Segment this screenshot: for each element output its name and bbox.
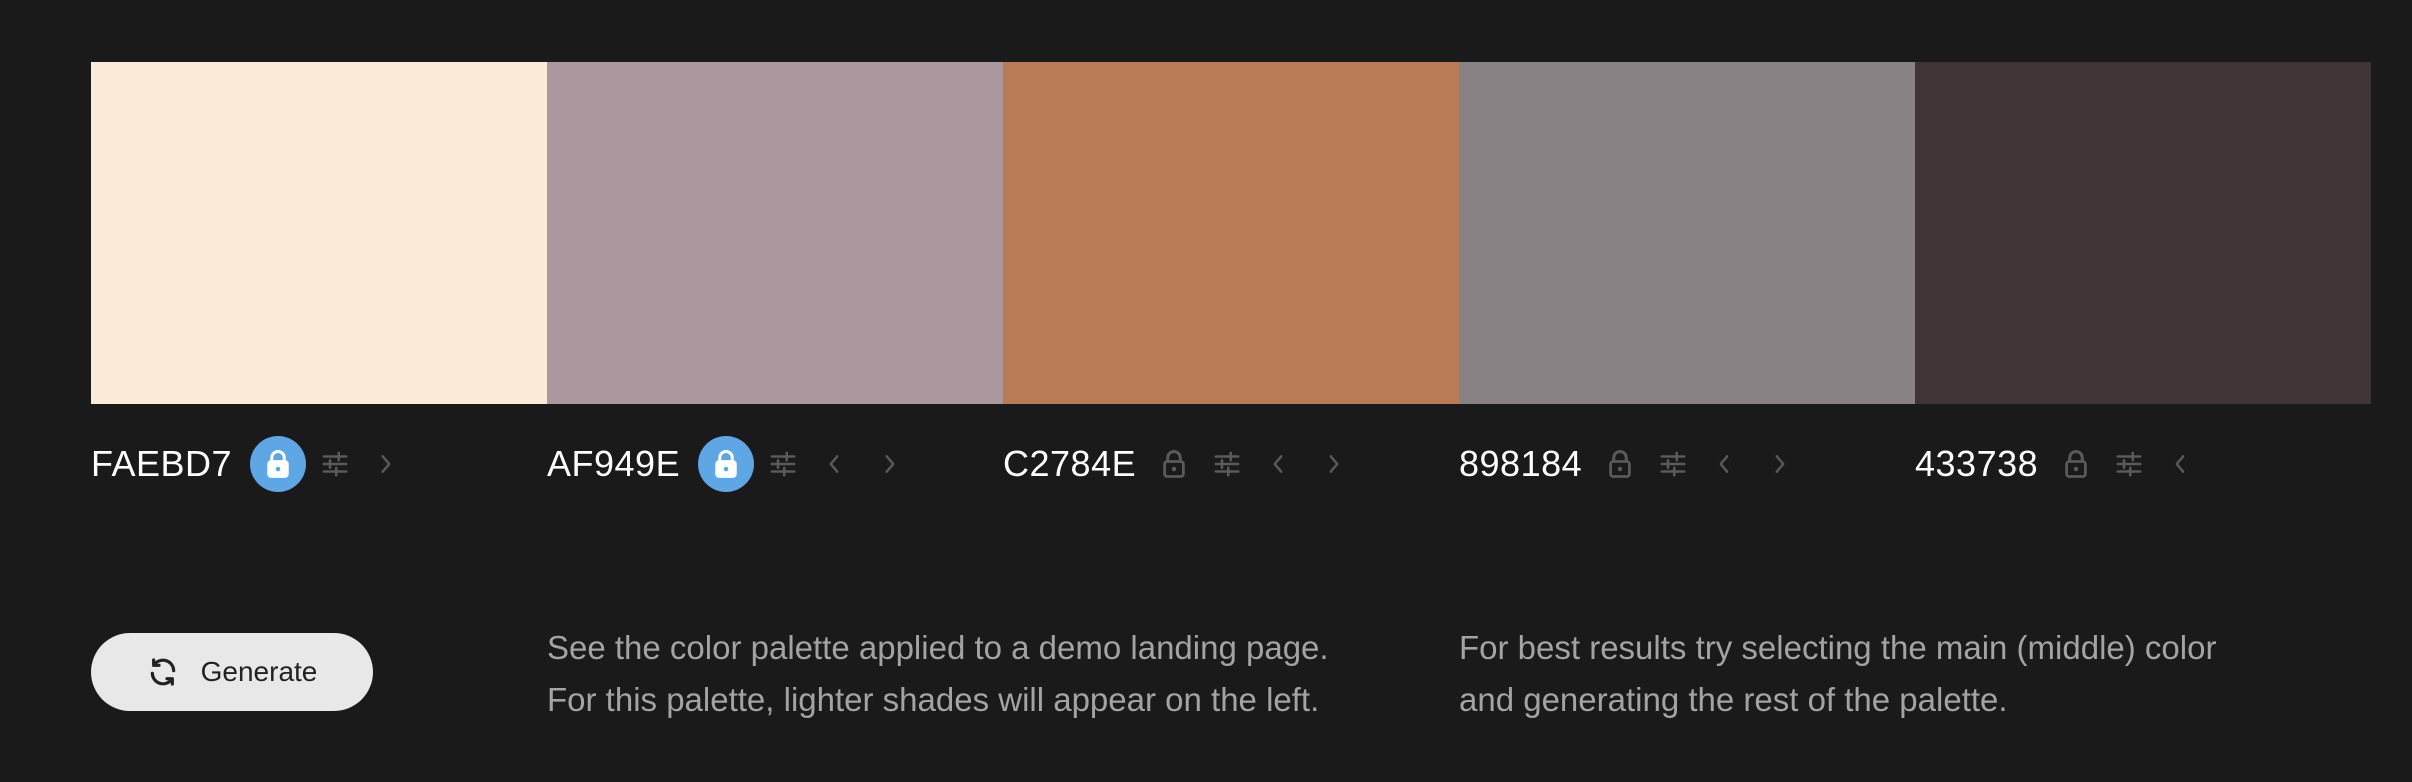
chevron-right-icon[interactable]: [878, 447, 902, 481]
chevron-left-icon[interactable]: [1712, 447, 1736, 481]
lock-icon[interactable]: [1154, 436, 1194, 492]
info-line: and generating the rest of the palette.: [1459, 681, 2008, 718]
color-controls: AF949E: [547, 435, 1003, 493]
generate-button[interactable]: Generate: [91, 633, 373, 711]
info-line: For this palette, lighter shades will ap…: [547, 681, 1320, 718]
color-controls: 898184: [1459, 435, 1915, 493]
lock-icon[interactable]: [1600, 436, 1640, 492]
sliders-icon[interactable]: [318, 447, 352, 481]
generate-button-label: Generate: [200, 656, 318, 687]
color-controls: 433738: [1915, 435, 2371, 493]
palette-swatches: [91, 62, 2371, 404]
color-swatch[interactable]: [1915, 62, 2371, 404]
color-swatch[interactable]: [1003, 62, 1459, 404]
color-swatch[interactable]: [1459, 62, 1915, 404]
chevron-left-icon[interactable]: [2168, 447, 2192, 481]
info-line: See the color palette applied to a demo …: [547, 629, 1329, 666]
chevron-right-icon[interactable]: [1322, 447, 1346, 481]
color-controls: C2784E: [1003, 435, 1459, 493]
sliders-icon[interactable]: [2112, 447, 2146, 481]
hex-code[interactable]: AF949E: [547, 443, 680, 485]
chevron-right-icon[interactable]: [374, 447, 398, 481]
palette-controls: FAEBD7 AF949E C2784E 898184 433738: [91, 435, 2371, 493]
color-swatch[interactable]: [91, 62, 547, 404]
tip-info-text: For best results try selecting the main …: [1459, 622, 2216, 726]
hex-code[interactable]: FAEBD7: [91, 443, 232, 485]
sliders-icon[interactable]: [766, 447, 800, 481]
color-controls: FAEBD7: [91, 435, 547, 493]
color-swatch[interactable]: [547, 62, 1003, 404]
sliders-icon[interactable]: [1656, 447, 1690, 481]
demo-info-text: See the color palette applied to a demo …: [547, 622, 1329, 726]
sliders-icon[interactable]: [1210, 447, 1244, 481]
hex-code[interactable]: 433738: [1915, 443, 2038, 485]
lock-icon[interactable]: [250, 436, 307, 492]
info-line: For best results try selecting the main …: [1459, 629, 2217, 666]
chevron-left-icon[interactable]: [1266, 447, 1290, 481]
hex-code[interactable]: 898184: [1459, 443, 1582, 485]
chevron-left-icon[interactable]: [822, 447, 846, 481]
refresh-icon: [147, 656, 179, 688]
lock-icon[interactable]: [698, 436, 755, 492]
lock-icon[interactable]: [2056, 436, 2096, 492]
hex-code[interactable]: C2784E: [1003, 443, 1136, 485]
chevron-right-icon[interactable]: [1768, 447, 1792, 481]
